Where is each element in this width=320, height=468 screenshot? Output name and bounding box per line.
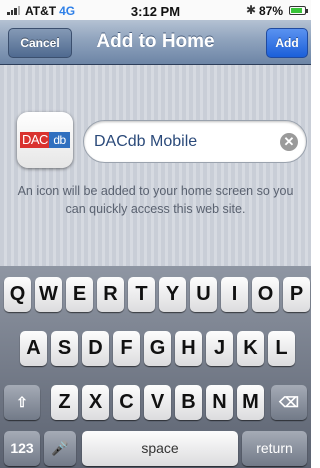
return-key[interactable]: return: [242, 431, 307, 466]
battery-icon: [289, 6, 308, 15]
key-l[interactable]: L: [268, 331, 295, 366]
backspace-key[interactable]: ⌫: [271, 385, 307, 420]
shift-key[interactable]: ⇧: [4, 385, 40, 420]
add-button[interactable]: Add: [266, 28, 308, 58]
battery-percent: 87%: [259, 4, 284, 18]
keyboard: Q W E R T Y U I O P A S D F G H J K L ⇧ Z X C V B N M ⌫ 123 🎤 space ret…: [0, 266, 311, 468]
key-s[interactable]: S: [51, 331, 78, 366]
key-m[interactable]: M: [237, 385, 264, 420]
hint-text: An icon will be added to your home scree…: [17, 184, 294, 216]
bluetooth-icon: ✱: [246, 3, 257, 17]
key-v[interactable]: V: [144, 385, 171, 420]
numbers-key[interactable]: 123: [4, 431, 40, 466]
key-w[interactable]: W: [35, 277, 62, 312]
key-p[interactable]: P: [283, 277, 310, 312]
page-title: Add to Home: [96, 31, 215, 52]
key-d[interactable]: D: [82, 331, 109, 366]
add-to-home-panel: DAC db DACdb Mobile ✕ An icon will be ad…: [0, 65, 311, 266]
key-j[interactable]: J: [206, 331, 233, 366]
key-i[interactable]: I: [221, 277, 248, 312]
bookmark-name-field[interactable]: DACdb Mobile ✕: [83, 120, 307, 163]
key-u[interactable]: U: [190, 277, 217, 312]
app-icon: DAC db: [17, 112, 73, 168]
key-e[interactable]: E: [66, 277, 93, 312]
microphone-key[interactable]: 🎤: [44, 431, 76, 466]
key-t[interactable]: T: [128, 277, 155, 312]
key-q[interactable]: Q: [4, 277, 31, 312]
key-y[interactable]: Y: [159, 277, 186, 312]
key-x[interactable]: X: [82, 385, 109, 420]
key-b[interactable]: B: [175, 385, 202, 420]
key-o[interactable]: O: [252, 277, 279, 312]
key-n[interactable]: N: [206, 385, 233, 420]
nav-bar: Cancel Add to Home Add: [0, 20, 311, 65]
key-c[interactable]: C: [113, 385, 140, 420]
clear-icon[interactable]: ✕: [280, 133, 298, 151]
app-icon-label: DAC db: [20, 132, 70, 148]
key-a[interactable]: A: [20, 331, 47, 366]
key-h[interactable]: H: [175, 331, 202, 366]
key-g[interactable]: G: [144, 331, 171, 366]
space-key[interactable]: space: [82, 431, 238, 466]
key-k[interactable]: K: [237, 331, 264, 366]
key-r[interactable]: R: [97, 277, 124, 312]
status-bar: AT&T 4G 3:12 PM ✱ 87%: [0, 0, 311, 20]
key-z[interactable]: Z: [51, 385, 78, 420]
key-f[interactable]: F: [113, 331, 140, 366]
bookmark-name-value: DACdb Mobile: [94, 133, 198, 150]
